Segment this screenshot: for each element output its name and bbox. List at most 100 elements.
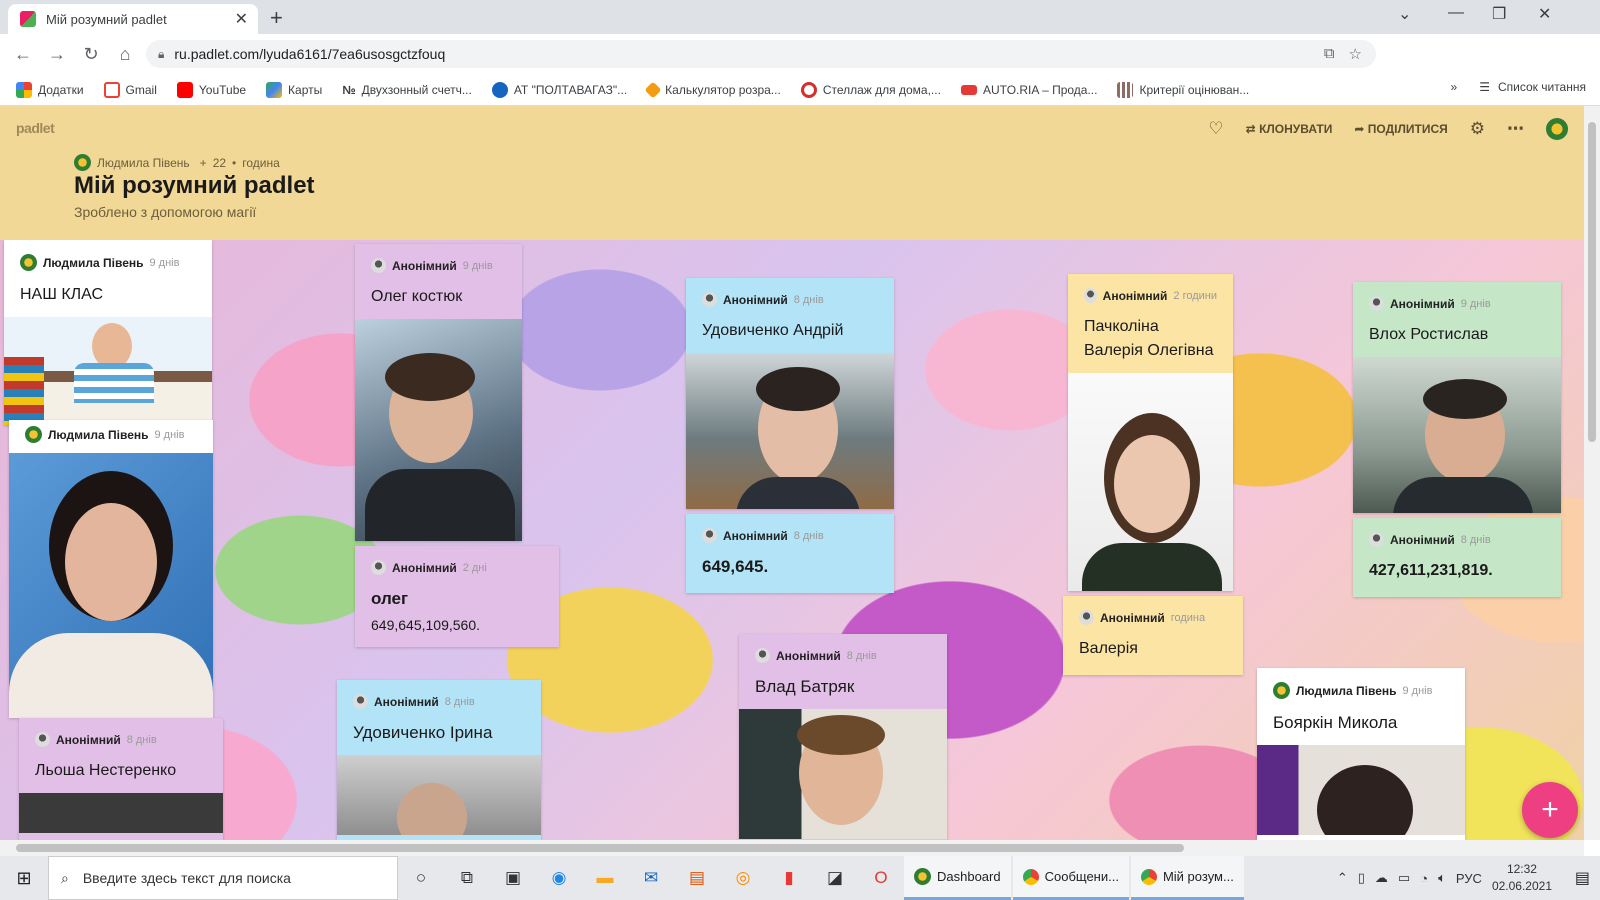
bookmark-star-icon[interactable]: ☆ xyxy=(1349,45,1362,63)
post-card[interactable]: Анонімний 2 години Пачколіна Валерія Олег… xyxy=(1068,274,1233,591)
close-window-icon[interactable]: ✕ xyxy=(1538,4,1551,24)
bookmark-counter[interactable]: № Двухзонный счетч... xyxy=(342,83,472,97)
post-image-photo[interactable] xyxy=(686,353,894,509)
user-avatar[interactable] xyxy=(1546,118,1568,140)
url-text[interactable]: ru.padlet.com/lyuda6161/7ea6usosgctzfouq xyxy=(174,46,1313,62)
share-button[interactable]: ➦ ПОДІЛИТИСЯ xyxy=(1354,122,1447,136)
bookmark-maps[interactable]: Карты xyxy=(266,81,322,98)
post-card[interactable]: Анонімний 8 днів Удовиченко Ірина xyxy=(337,680,541,840)
new-tab-icon[interactable]: + xyxy=(270,5,283,31)
post-card[interactable]: Людмила Півень 9 днів xyxy=(9,420,213,718)
cloud-icon[interactable]: ☁ xyxy=(1375,870,1388,886)
clone-button[interactable]: ⇄ КЛОНУВАТИ xyxy=(1246,122,1333,136)
browser-app-icon[interactable]: ◎ xyxy=(720,868,766,888)
vertical-scroll-thumb[interactable] xyxy=(1588,122,1596,442)
post-card[interactable]: Анонімний 8 днів 649,645. xyxy=(686,514,894,593)
omnibox[interactable]: 🔒︎ ru.padlet.com/lyuda6161/7ea6usosgctzf… xyxy=(146,40,1376,68)
task-view-icon[interactable]: ⧉ xyxy=(444,868,490,888)
post-card[interactable]: Анонімний 8 днів 427,611,231,819. xyxy=(1353,518,1561,597)
bookmark-criteria[interactable]: Критерії оцінюван... xyxy=(1117,81,1249,98)
post-card[interactable]: Анонімний година Валерія xyxy=(1063,596,1243,675)
clock-time: 12:32 xyxy=(1506,862,1537,876)
settings-gear-icon[interactable]: ⚙ xyxy=(1470,119,1485,139)
document-icon[interactable]: ▤ xyxy=(674,868,720,888)
forward-icon[interactable]: → xyxy=(40,44,74,65)
gmail-icon xyxy=(103,81,120,98)
post-image-photo[interactable] xyxy=(1068,373,1233,591)
minimize-icon[interactable]: — xyxy=(1448,4,1464,22)
home-icon[interactable]: ⌂ xyxy=(108,44,142,65)
bookmark-autoria[interactable]: AUTO.RIA – Прода... xyxy=(960,83,1097,97)
taskbar-app-messages[interactable]: Сообщени... xyxy=(1012,856,1129,900)
padlet-favicon-icon xyxy=(20,11,36,27)
horizontal-scrollbar[interactable] xyxy=(0,840,1584,856)
post-card[interactable]: Анонімний 9 днів Олег костюк xyxy=(355,244,522,541)
post-card[interactable]: Анонімний 8 днів Удовиченко Андрій xyxy=(686,278,894,509)
more-options-icon[interactable]: ⋯ xyxy=(1507,119,1524,139)
vertical-scrollbar[interactable] xyxy=(1584,106,1600,840)
add-post-button[interactable]: + xyxy=(1522,782,1578,838)
bookmark-gmail[interactable]: Gmail xyxy=(103,81,157,98)
post-image-classroom[interactable] xyxy=(4,317,212,425)
post-card[interactable]: Анонімний 8 днів Льоша Нестеренко xyxy=(19,718,223,840)
bookmark-apps[interactable]: Додатки xyxy=(16,81,84,98)
bookmark-shelf[interactable]: Стеллаж для дома,... xyxy=(800,81,941,98)
battery-icon[interactable]: ▭ xyxy=(1398,870,1410,886)
notifications-icon[interactable]: ▤ xyxy=(1575,868,1590,888)
reload-icon[interactable]: ↻ xyxy=(74,44,108,65)
padlet-meta: Людмила Півень + 22 • година xyxy=(74,154,280,171)
edge-icon[interactable]: ◉ xyxy=(536,868,582,888)
lock-icon[interactable]: 🔒︎ xyxy=(158,47,164,62)
post-image[interactable] xyxy=(337,755,541,835)
horizontal-scroll-thumb[interactable] xyxy=(16,844,1184,852)
cortana-icon[interactable]: ○ xyxy=(398,868,444,888)
open-external-icon[interactable]: ⧉ xyxy=(1324,45,1335,63)
clock[interactable]: 12:32 02.06.2021 xyxy=(1492,861,1552,895)
taskbar-app-dashboard[interactable]: Dashboard xyxy=(904,856,1011,900)
post-card[interactable]: Анонімний 2 дні олег 649,645,109,560. xyxy=(355,546,559,647)
office-icon[interactable]: ▮ xyxy=(766,868,812,888)
mail-icon[interactable]: ✉ xyxy=(628,868,674,888)
reading-list[interactable]: » ☰ Список читання xyxy=(1451,80,1586,94)
device-icon[interactable]: ▯ xyxy=(1358,870,1365,886)
back-icon[interactable]: ← xyxy=(6,44,40,65)
padlet-logo[interactable]: padlet xyxy=(16,120,55,136)
sticky-notes-icon[interactable]: ◪ xyxy=(812,868,858,888)
anonymous-avatar xyxy=(1369,532,1384,547)
close-tab-icon[interactable]: ✕ xyxy=(235,9,248,29)
opera-icon[interactable]: O xyxy=(858,868,904,888)
tab-search-icon[interactable]: ⌄ xyxy=(1398,4,1411,24)
file-explorer-icon[interactable]: ▬ xyxy=(582,868,628,888)
taskbar-search[interactable]: ⌕ Введите здесь текст для поиска xyxy=(48,856,398,900)
post-title: 649,645. xyxy=(702,557,769,576)
padlet-wall[interactable]: Людмила Півень 9 днів НАШ КЛАС Людмила Пі… xyxy=(0,240,1584,840)
windows-start-icon[interactable]: ⊞ xyxy=(0,868,48,889)
post-card[interactable]: Людмила Півень 9 днів НАШ КЛАС xyxy=(4,240,212,425)
post-image-photo[interactable] xyxy=(1257,745,1465,835)
volume-icon[interactable]: 🔈︎ xyxy=(1438,870,1446,886)
bookmark-poltavagaz[interactable]: АТ "ПОЛТАВАГАЗ"... xyxy=(491,81,627,98)
browser-tab[interactable]: Мій розумний padlet ✕ xyxy=(8,4,258,34)
post-image-photo[interactable] xyxy=(355,319,522,541)
heart-icon[interactable]: ♡ xyxy=(1208,119,1223,139)
tray-chevron-icon[interactable]: ⌃ xyxy=(1337,870,1348,886)
taskbar-app-padlet[interactable]: Мій розум... xyxy=(1130,856,1244,900)
post-card[interactable]: Анонімний 9 днів Влох Ростислав xyxy=(1353,282,1561,513)
padlet-header: padlet ♡ ⇄ КЛОНУВАТИ ➦ ПОДІЛИТИСЯ ⚙ ⋯ Лю… xyxy=(0,106,1584,240)
address-toolbar: ← → ↻ ⌂ 🔒︎ ru.padlet.com/lyuda6161/7ea6u… xyxy=(0,34,1600,96)
chrome-icon xyxy=(1140,868,1157,885)
maximize-icon[interactable]: ❐ xyxy=(1492,4,1506,24)
post-image[interactable] xyxy=(19,793,223,833)
language-indicator[interactable]: РУС xyxy=(1456,871,1482,886)
post-image-photo[interactable] xyxy=(1353,357,1561,513)
post-card[interactable]: Людмила Півень 9 днів Бояркін Микола xyxy=(1257,668,1465,840)
bookmark-youtube[interactable]: YouTube xyxy=(176,81,246,98)
bookmark-calculator[interactable]: Калькулятор розра... xyxy=(644,81,781,98)
store-icon[interactable]: ▣ xyxy=(490,868,536,888)
post-image-photo[interactable] xyxy=(739,709,947,839)
wifi-icon[interactable]: ◔ xyxy=(1420,871,1428,886)
post-title: олег xyxy=(371,589,409,608)
more-bookmarks-icon[interactable]: » xyxy=(1451,80,1458,94)
post-image-portrait[interactable] xyxy=(9,453,213,718)
post-card[interactable]: Анонімний 8 днів Влад Батряк xyxy=(739,634,947,840)
